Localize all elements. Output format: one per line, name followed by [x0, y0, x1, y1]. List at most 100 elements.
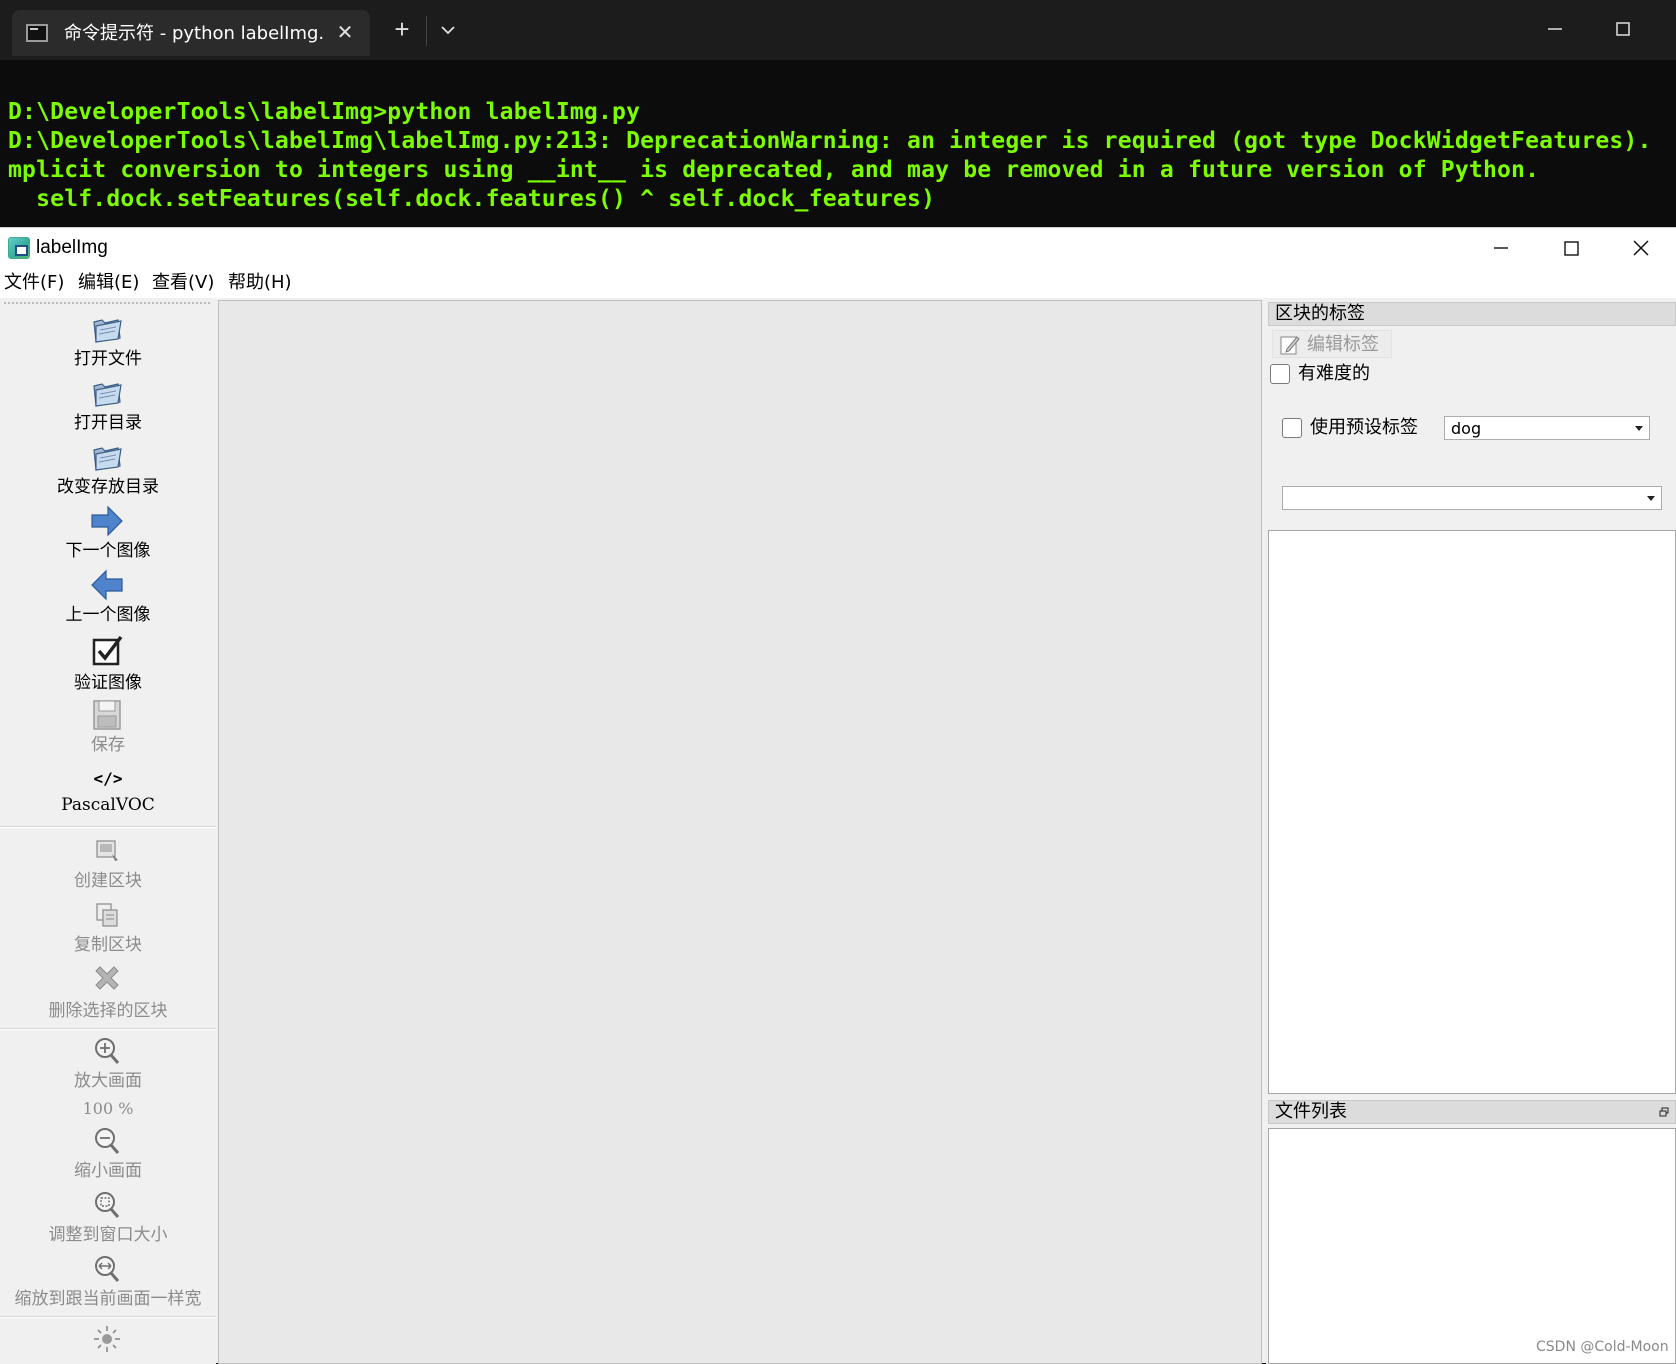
file-list-title-text: 文件列表: [1275, 1101, 1347, 1122]
change-save-dir-label: 改变存放目录: [57, 477, 159, 497]
menu-edit[interactable]: 编辑(E): [78, 272, 139, 294]
default-label-combobox[interactable]: dog: [1444, 416, 1650, 440]
terminal-tab-title: 命令提示符 - python labelImg.py: [64, 23, 324, 44]
maximize-icon[interactable]: [1556, 233, 1586, 263]
code-tag-icon: </>: [93, 769, 123, 788]
file-list-dock-title[interactable]: 文件列表: [1268, 1100, 1676, 1124]
menu-view[interactable]: 查看(V): [152, 272, 214, 294]
edit-label-text: 编辑标签: [1307, 334, 1379, 355]
chevron-down-icon: [1647, 496, 1655, 501]
delete-box-button[interactable]: 删除选择的区块: [0, 962, 216, 1024]
fit-window-button[interactable]: 调整到窗口大小: [0, 1188, 216, 1248]
terminal-tab[interactable]: 命令提示符 - python labelImg.py ✕: [12, 10, 370, 56]
save-button[interactable]: 保存: [0, 698, 216, 758]
prev-image-button[interactable]: 上一个图像: [0, 568, 216, 628]
image-canvas[interactable]: [218, 300, 1262, 1364]
menu-bar: 文件(F) 编辑(E) 查看(V) 帮助(H): [0, 268, 1676, 298]
menu-help[interactable]: 帮助(H): [228, 272, 292, 294]
edit-pencil-icon: [1280, 336, 1300, 355]
save-label: 保存: [91, 735, 125, 755]
maximize-icon[interactable]: [1608, 14, 1638, 44]
open-file-button[interactable]: 打开文件: [0, 312, 216, 374]
use-default-label-label: 使用预设标签: [1310, 417, 1418, 438]
box-labels-dock-title[interactable]: 区块的标签: [1268, 302, 1676, 326]
terminal-line: self.dock.setFeatures(self.dock.features…: [8, 186, 936, 212]
difficult-label: 有难度的: [1298, 363, 1370, 384]
terminal-tab-bar: 命令提示符 - python labelImg.py ✕ +: [0, 0, 1676, 60]
label-filter-combobox[interactable]: [1282, 486, 1662, 510]
brightness-button[interactable]: [0, 1322, 216, 1364]
change-save-dir-button[interactable]: 改变存放目录: [0, 440, 216, 500]
zoom-fit-width-icon: [95, 1256, 120, 1282]
zoom-out-button[interactable]: 缩小画面: [0, 1124, 216, 1184]
brightness-sun-icon: [94, 1326, 120, 1352]
arrow-left-icon: [91, 569, 123, 601]
file-list[interactable]: [1268, 1128, 1676, 1364]
terminal-output[interactable]: D:\DeveloperTools\labelImg>python labelI…: [8, 98, 1676, 218]
command-prompt-icon: [26, 24, 48, 42]
toolbar-separator: [0, 826, 216, 828]
terminal-line: D:\DeveloperTools\labelImg\labelImg.py:2…: [8, 128, 1676, 154]
minimize-icon[interactable]: [1540, 14, 1570, 44]
toolbar-separator: [0, 1316, 216, 1318]
save-format-label: PascalVOC: [61, 795, 155, 815]
zoom-in-button[interactable]: 放大画面: [0, 1034, 216, 1094]
copy-icon: [96, 903, 118, 927]
difficult-checkbox[interactable]: [1270, 364, 1290, 384]
folder-open-icon: [93, 383, 122, 407]
watermark-text: CSDN @Cold-Moon: [1536, 1339, 1669, 1355]
zoom-out-label: 缩小画面: [74, 1161, 142, 1181]
open-file-label: 打开文件: [74, 349, 142, 369]
fit-width-button[interactable]: 缩放到跟当前画面一样宽: [0, 1252, 216, 1312]
minimize-icon[interactable]: [1486, 233, 1516, 263]
duplicate-box-button[interactable]: 复制区块: [0, 898, 216, 958]
zoom-fit-icon: [95, 1192, 120, 1218]
zoom-in-label: 放大画面: [74, 1071, 142, 1091]
app-title: labelImg: [36, 237, 108, 258]
zoom-out-icon: [95, 1128, 120, 1154]
verify-image-button[interactable]: 验证图像: [0, 632, 216, 696]
terminal-window: 命令提示符 - python labelImg.py ✕ + D:\Develo…: [0, 0, 1676, 228]
verify-image-label: 验证图像: [74, 673, 142, 693]
terminal-line: D:\DeveloperTools\labelImg>python labelI…: [8, 99, 641, 125]
toolbar-handle[interactable]: [4, 302, 210, 306]
prev-image-label: 上一个图像: [65, 605, 151, 625]
edit-label-button[interactable]: 编辑标签: [1272, 330, 1392, 358]
create-box-label: 创建区块: [74, 871, 142, 891]
use-default-label-checkbox[interactable]: [1282, 418, 1302, 438]
open-dir-button[interactable]: 打开目录: [0, 376, 216, 436]
fit-window-label: 调整到窗口大小: [48, 1225, 168, 1245]
fit-width-label: 缩放到跟当前画面一样宽: [14, 1289, 202, 1309]
save-format-button[interactable]: </> PascalVOC: [0, 762, 216, 822]
default-label-value: dog: [1451, 419, 1482, 438]
right-dock: 区块的标签 编辑标签 有难度的 使用预设标签 dog 文件列表: [1266, 300, 1676, 1364]
next-image-label: 下一个图像: [65, 541, 151, 561]
labelimg-window: labelImg 文件(F) 编辑(E) 查看(V) 帮助(H) 打开文件 打开…: [0, 227, 1676, 1364]
chevron-down-icon: [1635, 426, 1643, 431]
open-dir-label: 打开目录: [74, 413, 142, 433]
box-labels-list[interactable]: [1268, 530, 1676, 1094]
zoom-in-icon: [95, 1038, 120, 1064]
dock-float-icon[interactable]: [1659, 1107, 1669, 1117]
labelimg-app-icon: [8, 237, 30, 259]
arrow-right-icon: [91, 505, 123, 537]
duplicate-box-label: 复制区块: [74, 935, 142, 955]
tab-bar-divider: [426, 16, 427, 46]
zoom-level-spinbox[interactable]: 100 %: [0, 1096, 216, 1122]
create-rect-icon: [96, 840, 118, 861]
new-tab-icon[interactable]: +: [388, 16, 416, 44]
folder-open-icon: [93, 319, 122, 343]
delete-x-icon: [95, 966, 119, 990]
next-image-button[interactable]: 下一个图像: [0, 504, 216, 564]
checkbox-checked-icon: [92, 635, 123, 666]
app-title-bar: labelImg: [0, 228, 1676, 268]
terminal-line: mplicit conversion to integers using __i…: [8, 157, 1540, 183]
menu-file[interactable]: 文件(F): [4, 272, 64, 294]
chevron-down-icon[interactable]: [436, 18, 460, 42]
left-toolbar: 打开文件 打开目录 改变存放目录 下一个图像 上一个图像 验证图像 保存 </>…: [0, 302, 216, 1364]
create-box-button[interactable]: 创建区块: [0, 832, 216, 894]
close-icon[interactable]: [1626, 233, 1656, 263]
folder-open-icon: [93, 447, 122, 471]
delete-box-label: 删除选择的区块: [48, 1001, 168, 1021]
tab-close-icon[interactable]: ✕: [332, 20, 358, 46]
